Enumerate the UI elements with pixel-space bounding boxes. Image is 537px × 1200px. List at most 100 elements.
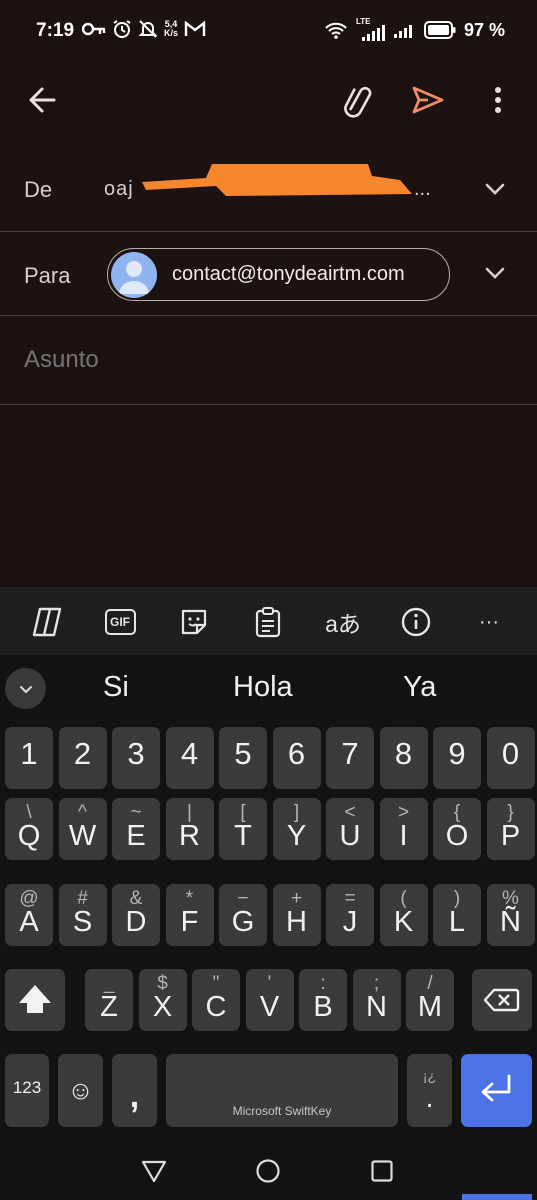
from-label: De: [24, 177, 53, 202]
info-icon[interactable]: [399, 605, 433, 639]
square-recents-icon[interactable]: [369, 1158, 395, 1184]
status-time: 7:19: [36, 20, 75, 41]
key-1[interactable]: 1: [5, 727, 53, 789]
redaction-scribble: [142, 164, 412, 196]
chevron-down-icon[interactable]: [482, 176, 508, 202]
key-a[interactable]: @ A: [5, 884, 53, 946]
battery-percent: 97 %: [463, 19, 505, 40]
key-label: O: [445, 820, 469, 852]
mute-bell-icon: [138, 20, 158, 38]
key-n[interactable]: ; N: [352, 969, 401, 1031]
emoji-key[interactable]: ☺: [58, 1054, 103, 1127]
shift-key[interactable]: [5, 969, 65, 1031]
more-horizontal-icon[interactable]: ···: [472, 605, 506, 639]
key-f[interactable]: * F: [165, 884, 214, 946]
key-8[interactable]: 8: [379, 727, 428, 789]
copilot-icon[interactable]: [30, 605, 64, 639]
key-c[interactable]: " C: [192, 969, 240, 1031]
suggestion-3[interactable]: Ya: [403, 671, 436, 704]
chevron-down-icon[interactable]: [482, 260, 508, 286]
collapse-keyboard-button[interactable]: [5, 668, 46, 709]
key-label: X: [152, 991, 173, 1023]
key-e[interactable]: ~ E: [112, 798, 160, 860]
key-w[interactable]: ^ W: [58, 798, 107, 860]
key-k[interactable]: (K: [379, 884, 428, 946]
emoji-icon: ☺: [67, 1075, 94, 1105]
key-o[interactable]: {O: [433, 798, 481, 860]
triangle-back-icon[interactable]: [141, 1158, 167, 1184]
status-right-icons: LTE 97 %: [324, 17, 505, 41]
key-h[interactable]: + H: [272, 884, 321, 946]
key-p[interactable]: } P: [486, 798, 535, 860]
to-row[interactable]: Para contact@tonydeairtm.com: [0, 232, 537, 316]
key-4[interactable]: 4: [165, 727, 214, 789]
key-t[interactable]: [T: [219, 798, 267, 860]
clipboard-icon[interactable]: [251, 605, 285, 639]
key-3[interactable]: 3: [112, 727, 160, 789]
send-icon[interactable]: [408, 80, 448, 120]
key-x[interactable]: $ X: [138, 969, 187, 1031]
suggestion-1[interactable]: Si: [103, 671, 129, 704]
recipient-chip[interactable]: contact@tonydeairtm.com: [107, 248, 450, 301]
key-v[interactable]: ' V: [245, 969, 294, 1031]
key-q[interactable]: \ Q: [5, 798, 53, 860]
gif-label: GIF: [104, 609, 136, 635]
enter-key[interactable]: [461, 1054, 532, 1127]
more-vertical-icon[interactable]: [484, 82, 512, 118]
key-2[interactable]: 2: [58, 727, 107, 789]
key-j[interactable]: = J: [326, 884, 374, 946]
symbols-key[interactable]: 123: [5, 1054, 49, 1127]
key-label: 0: [501, 736, 520, 771]
key-label: 1: [20, 736, 38, 771]
space-key[interactable]: Microsoft SwiftKey: [166, 1054, 398, 1127]
paperclip-icon[interactable]: [338, 82, 378, 118]
chevron-down-icon: [19, 685, 32, 693]
from-row[interactable]: De oaj ...: [0, 148, 537, 232]
key-m[interactable]: / M: [406, 969, 454, 1031]
key-g[interactable]: − G: [219, 884, 267, 946]
key-label: 6: [287, 736, 306, 771]
key-label: 3: [127, 736, 145, 771]
key-6[interactable]: 6: [272, 727, 321, 789]
sticker-icon[interactable]: [177, 605, 211, 639]
key-label: 4: [180, 736, 199, 771]
suggestion-2[interactable]: Hola: [233, 671, 293, 704]
key-5[interactable]: 5: [219, 727, 267, 789]
key-label: A: [19, 906, 39, 938]
key-b[interactable]: :B: [299, 969, 347, 1031]
comma-key[interactable]: ,: [112, 1054, 157, 1127]
key-label: ,: [129, 1077, 140, 1115]
key-9[interactable]: 9: [433, 727, 481, 789]
key-label: 5: [234, 736, 252, 771]
lte-signal-icon: LTE: [356, 17, 386, 41]
key-d[interactable]: & D: [112, 884, 160, 946]
status-left-icons: 5,4 K/s: [82, 19, 206, 39]
period-key[interactable]: ¡¿.: [407, 1054, 452, 1127]
key-label: 2: [73, 736, 92, 771]
key-0[interactable]: 0: [486, 727, 535, 789]
key-7[interactable]: 7: [326, 727, 374, 789]
backspace-key[interactable]: [472, 969, 532, 1031]
key-label: B: [313, 991, 333, 1023]
key-l[interactable]: ) L: [433, 884, 481, 946]
key-z[interactable]: _ Z: [85, 969, 133, 1031]
net-speed-unit: K/s: [164, 28, 179, 38]
key-i[interactable]: > I: [379, 798, 428, 860]
key-u[interactable]: < U: [326, 798, 374, 860]
recipient-email: contact@tonydeairtm.com: [172, 263, 405, 285]
circle-home-icon[interactable]: [255, 1158, 281, 1184]
arrow-left-icon[interactable]: [24, 82, 60, 118]
key-label: T: [234, 820, 252, 852]
key-s[interactable]: # S: [58, 884, 107, 946]
key-y[interactable]: ] Y: [272, 798, 321, 860]
key-r[interactable]: | R: [165, 798, 214, 860]
key-label: C: [205, 991, 227, 1023]
key-label: E: [126, 820, 146, 852]
key-label: 7: [341, 736, 359, 771]
gif-icon[interactable]: GIF: [103, 605, 137, 639]
key-label: P: [500, 820, 521, 852]
subject-input[interactable]: [24, 346, 504, 374]
translate-icon[interactable]: aあ: [324, 605, 362, 639]
key-ñ[interactable]: % Ñ: [486, 884, 535, 946]
suggestion-bar: Si Hola Ya: [0, 655, 537, 721]
